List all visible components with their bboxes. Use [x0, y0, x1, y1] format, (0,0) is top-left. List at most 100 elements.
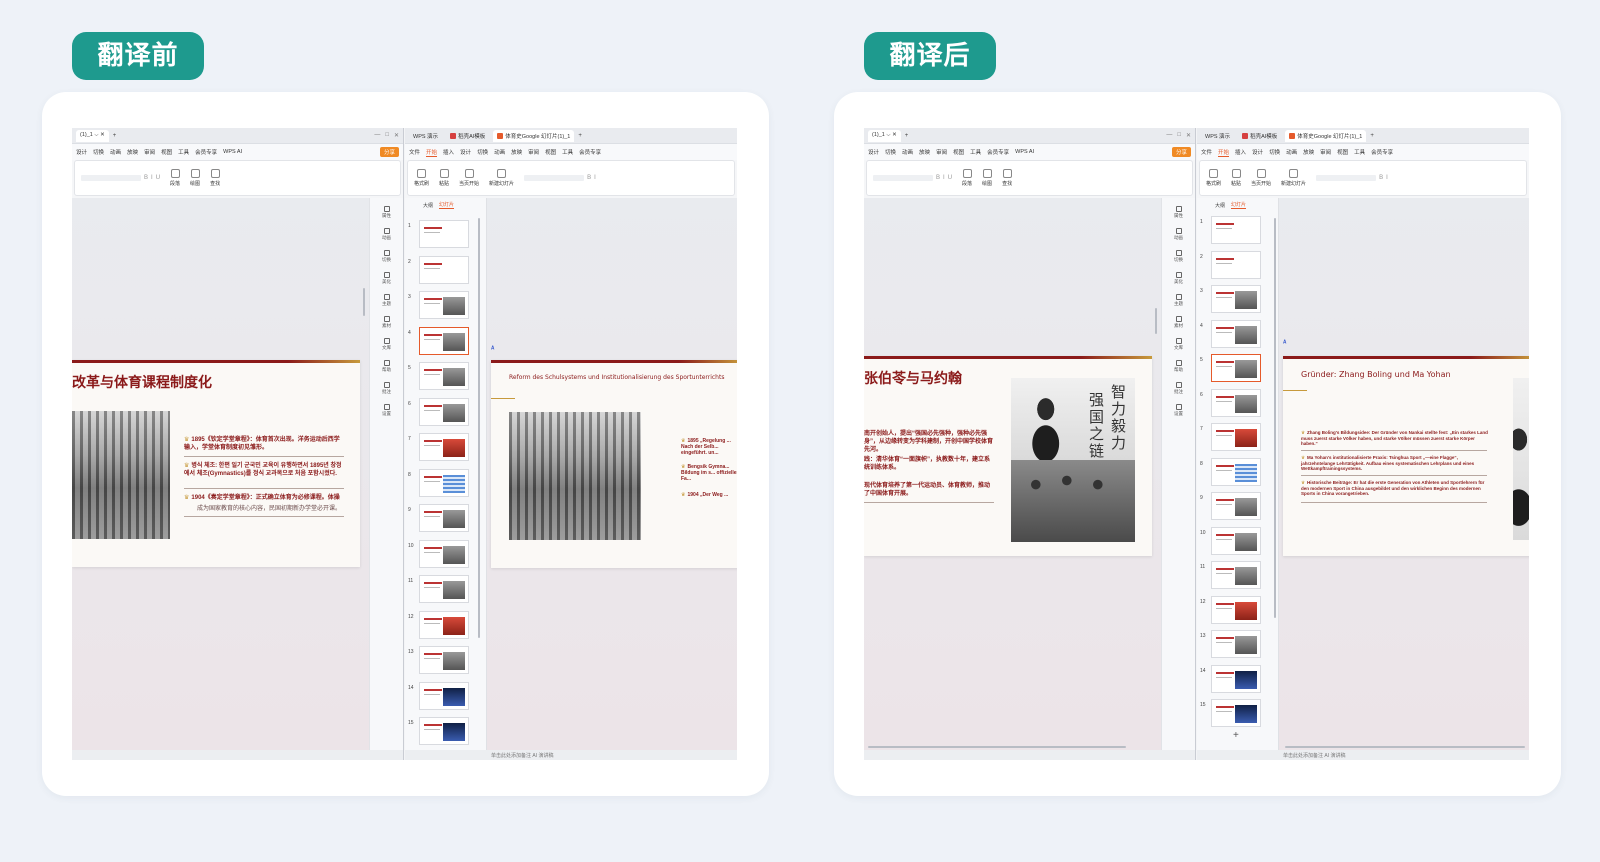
menu-member[interactable]: 会员专享 — [195, 148, 217, 156]
italic-icon[interactable]: I — [594, 175, 596, 181]
sidebar-material[interactable]: 素材 — [1174, 316, 1183, 329]
sidebar-beautify[interactable]: 美化 — [382, 272, 391, 285]
menu-transition[interactable]: 切换 — [93, 148, 104, 156]
slide-thumbnail[interactable] — [419, 468, 469, 497]
slide-thumbnail[interactable] — [1211, 388, 1261, 417]
underline-icon[interactable]: U — [948, 175, 952, 181]
wps-ai-icon[interactable]: ᴬ — [491, 346, 494, 353]
translated-slide[interactable]: Reform des Schulsystems und Institutiona… — [491, 360, 737, 568]
play-from-current-button[interactable]: 当页开始 — [459, 169, 479, 187]
sidebar-beautify[interactable]: 美化 — [1174, 272, 1183, 285]
menu-review[interactable]: 审阅 — [528, 148, 539, 156]
close-icon[interactable]: ✕ — [394, 132, 399, 139]
tab-document[interactable]: 体育史Google 幻灯片(1)_1 — [1285, 129, 1367, 142]
sidebar-help[interactable]: 帮助 — [1174, 360, 1183, 373]
tab-document[interactable]: 体育史Google 幻灯片(1)_1 — [493, 129, 575, 142]
bold-icon[interactable]: B — [936, 175, 940, 181]
new-tab-plus-icon[interactable]: + — [1370, 133, 1374, 139]
menu-slideshow[interactable]: 放映 — [127, 148, 138, 156]
menu-member[interactable]: 会员专享 — [579, 148, 601, 156]
sidebar-library[interactable]: 文库 — [382, 338, 391, 351]
menu-slideshow[interactable]: 放映 — [1303, 148, 1314, 156]
paste-button[interactable]: 粘贴 — [1231, 169, 1241, 187]
menu-view[interactable]: 视图 — [1337, 148, 1348, 156]
find-button[interactable]: 查找 — [210, 169, 220, 187]
menu-wps-ai[interactable]: WPS AI — [1015, 149, 1034, 155]
slide-thumbnail[interactable] — [1211, 423, 1261, 451]
find-button[interactable]: 查找 — [1002, 169, 1012, 187]
menu-design[interactable]: 设计 — [76, 148, 87, 156]
menu-member[interactable]: 会员专享 — [1371, 148, 1393, 156]
slide-thumbnail[interactable] — [1211, 319, 1261, 348]
slide-thumbnail[interactable] — [1211, 699, 1261, 727]
sidebar-theme[interactable]: 主题 — [382, 294, 391, 307]
slide-thumbnail[interactable] — [1211, 457, 1261, 486]
menu-view[interactable]: 视图 — [953, 148, 964, 156]
italic-icon[interactable]: I — [151, 175, 153, 181]
bold-icon[interactable]: B — [587, 175, 591, 181]
menu-tools[interactable]: 工具 — [1354, 148, 1365, 156]
maximize-icon[interactable]: □ — [385, 132, 389, 139]
notes-placeholder[interactable]: 单击此处添加备注 — [1283, 753, 1323, 759]
new-tab-plus-icon[interactable]: + — [578, 133, 582, 139]
menu-file[interactable]: 文件 — [1201, 148, 1212, 156]
slide-canvas[interactable]: ᴬ Reform des Schulsystems und Institutio… — [487, 198, 737, 750]
menu-home[interactable]: 开始 — [1218, 148, 1230, 157]
sidebar-settings[interactable]: 设置 — [1174, 404, 1183, 417]
format-painter-button[interactable]: 格式刷 — [414, 169, 429, 187]
sidebar-comment[interactable]: 批注 — [1174, 382, 1183, 395]
ai-speech-button[interactable]: AI 演讲稿 — [532, 753, 553, 759]
thumbnail-scrollbar[interactable] — [478, 218, 480, 638]
slide-thumbnail[interactable] — [1211, 216, 1261, 244]
slide-thumbnail[interactable] — [419, 504, 469, 532]
tab-outline[interactable]: 大纲 — [423, 202, 433, 209]
sidebar-library[interactable]: 文库 — [1174, 338, 1183, 351]
menu-review[interactable]: 审阅 — [936, 148, 947, 156]
current-slide[interactable]: 改革与体育课程制度化 ♛ 1895《钦定学堂章程》：体育首次出现。洋务运动后西学输… — [72, 360, 360, 567]
menu-wps-ai[interactable]: WPS AI — [223, 149, 242, 155]
slide-thumbnail[interactable] — [419, 681, 469, 710]
sidebar-transition[interactable]: 切换 — [382, 250, 391, 263]
font-select[interactable] — [524, 175, 585, 181]
share-button[interactable]: 分享 — [1171, 147, 1191, 157]
slide-thumbnail[interactable] — [419, 433, 469, 461]
sidebar-animation[interactable]: 动画 — [382, 228, 391, 241]
add-slide-plus-icon[interactable]: + — [1233, 730, 1239, 741]
new-slide-button[interactable]: 新建幻灯片 — [1281, 169, 1306, 187]
current-slide[interactable]: 张伯苓与马约翰 南开创始人，提出“强国必先强种，强种必先强身”，从边缘转变为学科… — [864, 356, 1152, 556]
slide-thumbnail[interactable] — [419, 362, 469, 390]
menu-transition[interactable]: 切换 — [1269, 148, 1280, 156]
slide-thumbnail[interactable] — [1211, 561, 1261, 589]
menu-review[interactable]: 审阅 — [144, 148, 155, 156]
slide-thumbnail[interactable] — [1211, 630, 1261, 658]
slide-thumbnail[interactable] — [419, 575, 469, 603]
draw-button[interactable]: 绘图 — [982, 169, 992, 187]
paste-button[interactable]: 粘贴 — [439, 169, 449, 187]
menu-member[interactable]: 会员专享 — [987, 148, 1009, 156]
slide-thumbnail[interactable] — [1211, 354, 1261, 382]
tab-slides[interactable]: 幻灯片 — [1231, 201, 1247, 209]
slide-canvas[interactable]: 张伯苓与马约翰 南开创始人，提出“强国必先强种，强种必先强身”，从边缘转变为学科… — [864, 198, 1161, 750]
vertical-scrollbar[interactable] — [363, 288, 365, 316]
wps-ai-icon[interactable]: ᴬ — [1283, 340, 1286, 347]
menu-view[interactable]: 视图 — [545, 148, 556, 156]
menu-slideshow[interactable]: 放映 — [511, 148, 522, 156]
menu-animation[interactable]: 动画 — [494, 148, 505, 156]
slide-thumbnail[interactable] — [419, 397, 469, 426]
menu-tools[interactable]: 工具 — [970, 148, 981, 156]
menu-transition[interactable]: 切换 — [885, 148, 896, 156]
sidebar-theme[interactable]: 主题 — [1174, 294, 1183, 307]
ai-speech-button[interactable]: AI 演讲稿 — [1324, 753, 1345, 759]
slide-canvas[interactable]: ᴬ Gründer: Zhang Boling und Ma Yohan ♛ Zh… — [1279, 198, 1529, 750]
share-button[interactable]: 分享 — [379, 147, 399, 157]
tab-outline[interactable]: 大纲 — [1215, 202, 1225, 209]
play-from-current-button[interactable]: 当页开始 — [1251, 169, 1271, 187]
new-tab-plus-icon[interactable]: + — [905, 133, 909, 139]
close-icon[interactable]: ✕ — [1186, 132, 1191, 139]
sidebar-transition[interactable]: 切换 — [1174, 250, 1183, 263]
minimize-icon[interactable]: — — [1166, 132, 1172, 139]
paragraph-button[interactable]: 段落 — [170, 169, 180, 187]
new-tab-plus-icon[interactable]: + — [113, 133, 117, 139]
slide-thumbnail[interactable] — [419, 717, 469, 745]
slide-thumbnail[interactable] — [419, 539, 469, 568]
